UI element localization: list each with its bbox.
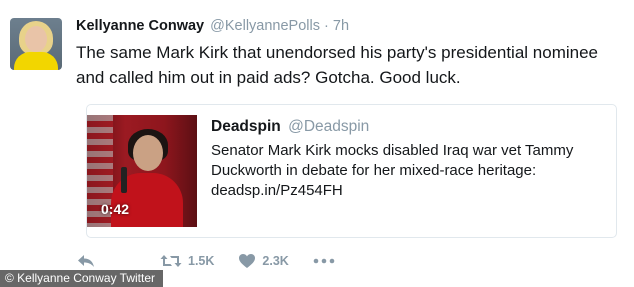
like-button[interactable]: 2.3K <box>238 253 289 269</box>
retweet-icon <box>160 255 182 267</box>
quoted-author-handle[interactable]: @Deadspin <box>288 118 369 135</box>
quoted-text-line: Senator Mark Kirk mocks disabled Iraq wa… <box>211 142 574 159</box>
retweet-button[interactable]: 1.5K <box>160 253 214 269</box>
quoted-header: Deadspin @Deadspin <box>211 117 611 137</box>
tweet: Kellyanne Conway @KellyannePolls · 7h Th… <box>0 0 634 287</box>
author-handle[interactable]: @KellyannePolls <box>210 18 320 34</box>
tweet-timestamp[interactable]: 7h <box>333 18 349 34</box>
quoted-text-line: Duckworth in debate for her mixed-race h… <box>211 162 537 179</box>
tweet-header: Kellyanne Conway @KellyannePolls · 7h <box>76 17 349 35</box>
video-duration: 0:42 <box>101 201 130 217</box>
quoted-author-name[interactable]: Deadspin <box>211 118 281 135</box>
author-avatar[interactable] <box>10 18 62 70</box>
heart-icon <box>239 254 256 268</box>
retweet-count: 1.5K <box>188 254 215 268</box>
tweet-actions: 1.5K 2.3K <box>76 250 335 272</box>
tweet-text: The same Mark Kirk that unendorsed his p… <box>76 43 599 87</box>
video-thumbnail[interactable]: 0:42 <box>87 115 197 227</box>
quoted-tweet-card[interactable]: 0:42 Deadspin @Deadspin Senator Mark Kir… <box>86 104 617 238</box>
quoted-tweet-body: Deadspin @Deadspin Senator Mark Kirk moc… <box>211 117 611 201</box>
reply-button[interactable] <box>76 253 96 269</box>
quoted-text: Senator Mark Kirk mocks disabled Iraq wa… <box>211 141 611 201</box>
more-dots-icon <box>313 258 335 264</box>
reply-icon <box>78 255 94 267</box>
more-button[interactable] <box>313 257 335 265</box>
author-name[interactable]: Kellyanne Conway <box>76 18 204 34</box>
image-credit: © Kellyanne Conway Twitter <box>0 270 164 287</box>
header-separator: · <box>324 18 329 34</box>
like-count: 2.3K <box>262 254 289 268</box>
quoted-link[interactable]: deadsp.in/Pz454FH <box>211 181 611 201</box>
